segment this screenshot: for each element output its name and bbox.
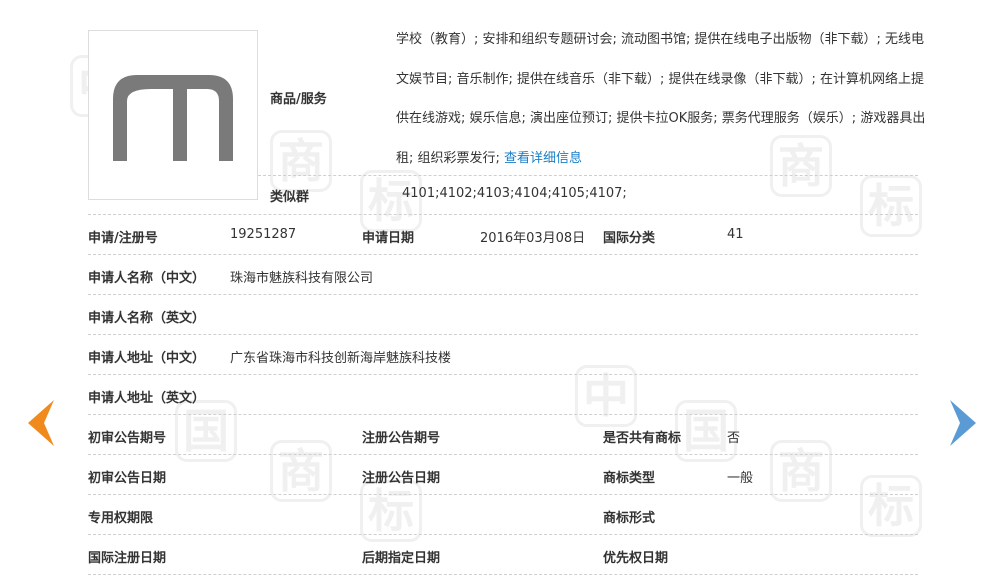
row-divider xyxy=(88,294,918,295)
goods-services-label: 商品/服务 xyxy=(270,92,327,107)
tm-type-label: 商标类型 xyxy=(603,471,656,486)
watermark-char: 商 xyxy=(270,440,332,502)
tm-type-value: 一般 xyxy=(727,471,754,486)
watermark-char: 标 xyxy=(360,480,422,542)
row-divider xyxy=(88,534,918,535)
goods-services-text: 学校（教育）; 安排和组织专题研讨会; 流动图书馆; 提供在线电子出版物（非下载… xyxy=(396,32,926,166)
view-details-link[interactable]: 查看详细信息 xyxy=(504,151,582,166)
row-divider xyxy=(88,334,918,335)
row-divider xyxy=(88,254,918,255)
exclusive-period-label: 专用权期限 xyxy=(88,511,154,526)
watermark-char: 商 xyxy=(270,130,332,192)
similar-group-label: 类似群 xyxy=(270,190,310,205)
applicant-cn-label: 申请人名称（中文） xyxy=(88,271,206,286)
tm-form-label: 商标形式 xyxy=(603,511,656,526)
app-date-value: 2016年03月08日 xyxy=(480,231,586,246)
reg-no-value: 19251287 xyxy=(230,227,297,242)
goods-services-value: 学校（教育）; 安排和组织专题研讨会; 流动图书馆; 提供在线电子出版物（非下载… xyxy=(396,20,926,178)
prev-button[interactable] xyxy=(22,398,56,452)
address-cn-value: 广东省珠海市科技创新海岸魅族科技楼 xyxy=(230,351,452,366)
watermark-char: 国 xyxy=(175,400,237,462)
priority-date-label: 优先权日期 xyxy=(603,551,669,566)
row-divider xyxy=(88,414,918,415)
intl-class-value: 41 xyxy=(727,227,744,242)
left-arrow-icon xyxy=(28,400,54,446)
applicant-cn-value: 珠海市魅族科技有限公司 xyxy=(230,271,374,286)
similar-group-value: 4101;4102;4103;4104;4105;4107; xyxy=(402,186,627,201)
address-cn-label: 申请人地址（中文） xyxy=(88,351,206,366)
row-divider xyxy=(88,374,918,375)
row-divider xyxy=(88,214,918,215)
right-arrow-icon xyxy=(950,400,976,446)
later-desig-date-label: 后期指定日期 xyxy=(362,551,441,566)
reg-no-label: 申请/注册号 xyxy=(88,231,158,246)
watermark-char: 标 xyxy=(860,175,922,237)
reg-pub-date-label: 注册公告日期 xyxy=(362,471,441,486)
intl-reg-date-label: 国际注册日期 xyxy=(88,551,167,566)
watermark-char: 标 xyxy=(860,475,922,537)
watermark-char: 商 xyxy=(770,440,832,502)
shared-value: 否 xyxy=(727,431,741,446)
trademark-m-logo xyxy=(113,75,233,161)
row-divider xyxy=(88,494,918,495)
shared-label: 是否共有商标 xyxy=(603,431,682,446)
trademark-image[interactable] xyxy=(88,30,258,200)
row-divider xyxy=(88,574,918,575)
prelim-pub-date-label: 初审公告日期 xyxy=(88,471,167,486)
next-button[interactable] xyxy=(948,398,982,452)
applicant-en-label: 申请人名称（英文） xyxy=(88,311,206,326)
row-divider xyxy=(88,454,918,455)
row-divider xyxy=(258,175,918,176)
address-en-label: 申请人地址（英文） xyxy=(88,391,206,406)
intl-class-label: 国际分类 xyxy=(603,231,656,246)
reg-pub-no-label: 注册公告期号 xyxy=(362,431,441,446)
watermark-char: 标 xyxy=(360,170,422,232)
prelim-pub-no-label: 初审公告期号 xyxy=(88,431,167,446)
app-date-label: 申请日期 xyxy=(362,231,415,246)
